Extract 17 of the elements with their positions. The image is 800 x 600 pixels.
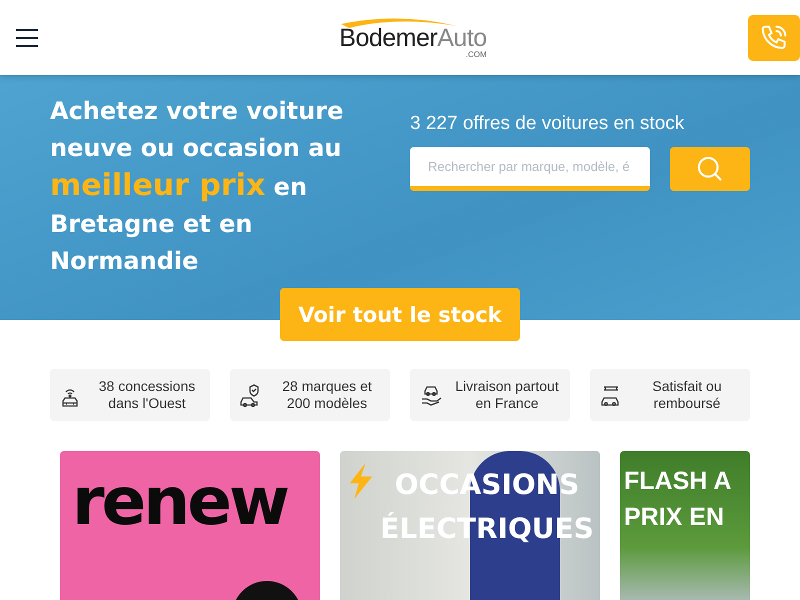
feature-text: Satisfait ou remboursé	[651, 378, 723, 412]
search-icon	[696, 155, 724, 183]
search-field[interactable]: Rechercher par marque, modèle, é	[410, 147, 650, 191]
promo-title: renew	[72, 469, 288, 535]
phone-button[interactable]	[748, 14, 800, 60]
logo[interactable]: BodemerAuto .COM	[339, 16, 487, 59]
promo-card[interactable]: FLASH A PRIX EN	[620, 451, 750, 600]
promo-card[interactable]: renew	[60, 451, 320, 600]
search-button[interactable]	[670, 147, 750, 191]
feature-text: Livraison partout en France	[454, 378, 560, 412]
feature-text: 28 marques et 200 modèles	[281, 378, 373, 412]
menu-icon[interactable]	[16, 26, 38, 48]
feature-text: 38 concessions dans l'Ouest	[98, 378, 196, 412]
stock-count: 3 227 offres de voitures en stock	[410, 113, 686, 135]
promo-title: PRIX EN	[624, 502, 724, 533]
promo-title: FLASH A	[624, 466, 732, 497]
hero-headline: Achetez votre voiture neuve ou occasion au meilleur prix en Bretagne et en Normandie	[50, 96, 344, 277]
